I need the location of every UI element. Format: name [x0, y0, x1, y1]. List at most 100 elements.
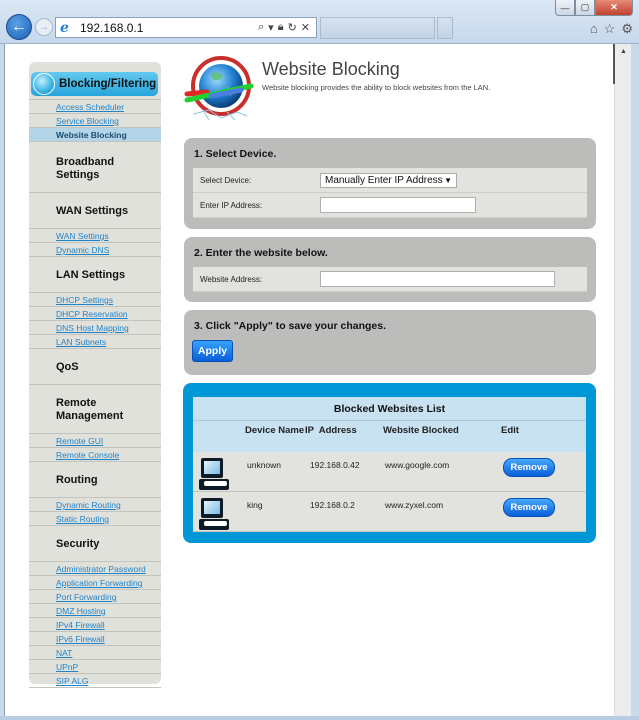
icon-column-header: [193, 425, 245, 452]
website-panel: 2. Enter the website below. Website Addr…: [184, 237, 596, 302]
sidebar-active-links: Access Scheduler Service Blocking Websit…: [29, 99, 161, 142]
apply-button[interactable]: Apply: [192, 340, 233, 362]
sidebar-link-ipv6-firewall[interactable]: IPv6 Firewall: [29, 632, 161, 646]
lock-icon[interactable]: 🔒︎: [278, 21, 284, 34]
settings-gear-icon[interactable]: ⚙: [621, 21, 633, 37]
ip-address: 192.168.0.42: [310, 460, 360, 470]
device-cell: [193, 452, 245, 491]
dropdown-icon[interactable]: ▾: [268, 21, 274, 34]
browser-tab[interactable]: [320, 17, 435, 39]
sidebar-item-blocking-filtering[interactable]: Blocking/Filtering: [31, 72, 158, 96]
sidebar-link-ipv4-firewall[interactable]: IPv4 Firewall: [29, 618, 161, 632]
section-orb-icon: [33, 73, 55, 95]
device-select[interactable]: Manually Enter IP Address ▼: [320, 172, 457, 188]
table-row: king 192.168.0.2 www.zyxel.com Remove: [193, 492, 586, 532]
sidebar-active-label: Blocking/Filtering: [59, 78, 157, 90]
blocked-websites-table: Blocked Websites List Device Name IP Add…: [193, 397, 586, 532]
sidebar-link-dhcp-reservation[interactable]: DHCP Reservation: [29, 307, 161, 321]
sidebar-section-security[interactable]: Security: [29, 526, 161, 562]
vertical-scrollbar[interactable]: ▲: [613, 44, 632, 716]
sidebar-section-routing[interactable]: Routing: [29, 462, 161, 498]
sidebar-section-qos[interactable]: QoS: [29, 349, 161, 385]
ip-address-input[interactable]: [320, 197, 476, 213]
sidebar-remote-links: Remote GUI Remote Console: [29, 434, 161, 462]
page-title: Website Blocking: [262, 59, 400, 79]
maximize-button[interactable]: ▢: [575, 0, 595, 16]
ie-logo-icon: e: [60, 19, 69, 36]
new-tab-button[interactable]: [437, 17, 453, 39]
sidebar-section-lan[interactable]: LAN Settings: [29, 257, 161, 293]
sidebar-heading[interactable]: Security: [29, 538, 161, 551]
remove-button[interactable]: Remove: [503, 498, 555, 517]
sidebar-link-dns-host-mapping[interactable]: DNS Host Mapping: [29, 321, 161, 335]
back-button[interactable]: ←: [6, 14, 32, 40]
sidebar-link-application-forwarding[interactable]: Application Forwarding: [29, 576, 161, 590]
sidebar-link-administrator-password[interactable]: Administrator Password: [29, 562, 161, 576]
sidebar-link-remote-console[interactable]: Remote Console: [29, 448, 161, 462]
sidebar-heading[interactable]: QoS: [29, 361, 161, 374]
website-blocked: www.zyxel.com: [385, 500, 444, 510]
sidebar-link-access-scheduler[interactable]: Access Scheduler: [29, 100, 161, 114]
favorites-star-icon[interactable]: ☆: [604, 21, 616, 37]
chevron-down-icon: ▼: [444, 175, 452, 185]
sidebar-heading[interactable]: Broadband Settings: [29, 156, 129, 182]
sidebar-link-nat[interactable]: NAT: [29, 646, 161, 660]
device-name: king: [247, 500, 263, 510]
sidebar-wan-links: WAN Settings Dynamic DNS: [29, 229, 161, 257]
website-address-input[interactable]: [320, 271, 555, 287]
sidebar-link-static-routing[interactable]: Static Routing: [29, 512, 161, 526]
remove-button[interactable]: Remove: [503, 458, 555, 477]
sidebar-section-remote-management[interactable]: Remote Management: [29, 385, 161, 434]
search-icon[interactable]: ⌕: [258, 21, 264, 34]
address-bar[interactable]: e 192.168.0.1 ⌕ ▾ 🔒︎ ↻ ✕: [55, 17, 317, 38]
sidebar-heading[interactable]: Routing: [29, 474, 161, 487]
browser-toolbar: — ▢ ✕ ← → e 192.168.0.1 ⌕ ▾ 🔒︎ ↻ ✕ ⌂ ☆ ⚙: [0, 0, 639, 44]
column-header-ip-address: IP Address: [305, 425, 357, 436]
browser-tools: ⌂ ☆ ⚙: [590, 21, 633, 37]
website-address-row: Website Address:: [193, 267, 587, 292]
sidebar-heading[interactable]: WAN Settings: [29, 205, 161, 218]
blocked-websites-panel: Blocked Websites List Device Name IP Add…: [183, 383, 596, 543]
ip-address-row: Enter IP Address:: [193, 193, 587, 218]
sidebar-link-port-forwarding[interactable]: Port Forwarding: [29, 590, 161, 604]
apply-panel: 3. Click "Apply" to save your changes. A…: [184, 310, 596, 375]
website-address-label: Website Address:: [200, 274, 263, 284]
back-icon: ←: [11, 18, 27, 35]
sidebar-link-upnp[interactable]: UPnP: [29, 660, 161, 674]
ip-address-label: Enter IP Address:: [200, 200, 263, 210]
address-tools: ⌕ ▾ 🔒︎ ↻ ✕: [258, 21, 310, 34]
sidebar-heading[interactable]: LAN Settings: [29, 269, 161, 282]
panel-title: 3. Click "Apply" to save your changes.: [194, 320, 387, 332]
close-icon: ✕: [610, 2, 618, 12]
minimize-icon: —: [560, 2, 570, 13]
column-header-device-name: Device Name: [245, 425, 305, 436]
forward-icon: →: [38, 21, 50, 33]
sidebar-link-website-blocking[interactable]: Website Blocking: [29, 128, 161, 142]
column-header-website-blocked: Website Blocked: [383, 425, 459, 436]
sidebar-nav: Blocking/Filtering Access Scheduler Serv…: [29, 62, 161, 688]
sidebar-link-wan-settings[interactable]: WAN Settings: [29, 229, 161, 243]
sidebar-link-lan-subnets[interactable]: LAN Subnets: [29, 335, 161, 349]
sidebar-link-sip-alg[interactable]: SIP ALG: [29, 674, 161, 688]
address-text[interactable]: 192.168.0.1: [80, 21, 258, 35]
sidebar-link-remote-gui[interactable]: Remote GUI: [29, 434, 161, 448]
table-header: Device Name IP Address Website Blocked E…: [193, 421, 586, 452]
ip-address: 192.168.0.2: [310, 500, 355, 510]
sidebar-section-wan[interactable]: WAN Settings: [29, 193, 161, 229]
sidebar-section-broadband[interactable]: Broadband Settings: [29, 142, 161, 193]
sidebar-link-service-blocking[interactable]: Service Blocking: [29, 114, 161, 128]
sidebar-link-dynamic-routing[interactable]: Dynamic Routing: [29, 498, 161, 512]
window-frame-right: [631, 44, 639, 720]
sidebar-heading[interactable]: Remote Management: [29, 397, 129, 423]
stop-icon[interactable]: ✕: [301, 21, 310, 34]
minimize-button[interactable]: —: [555, 0, 575, 16]
sidebar-link-dmz-hosting[interactable]: DMZ Hosting: [29, 604, 161, 618]
close-window-button[interactable]: ✕: [595, 0, 633, 16]
refresh-icon[interactable]: ↻: [288, 21, 297, 34]
forward-button[interactable]: →: [35, 18, 53, 36]
sidebar-link-dhcp-settings[interactable]: DHCP Settings: [29, 293, 161, 307]
home-icon[interactable]: ⌂: [590, 21, 598, 37]
scroll-up-arrow-icon[interactable]: ▲: [615, 44, 632, 60]
sidebar-lan-links: DHCP Settings DHCP Reservation DNS Host …: [29, 293, 161, 349]
sidebar-link-dynamic-dns[interactable]: Dynamic DNS: [29, 243, 161, 257]
